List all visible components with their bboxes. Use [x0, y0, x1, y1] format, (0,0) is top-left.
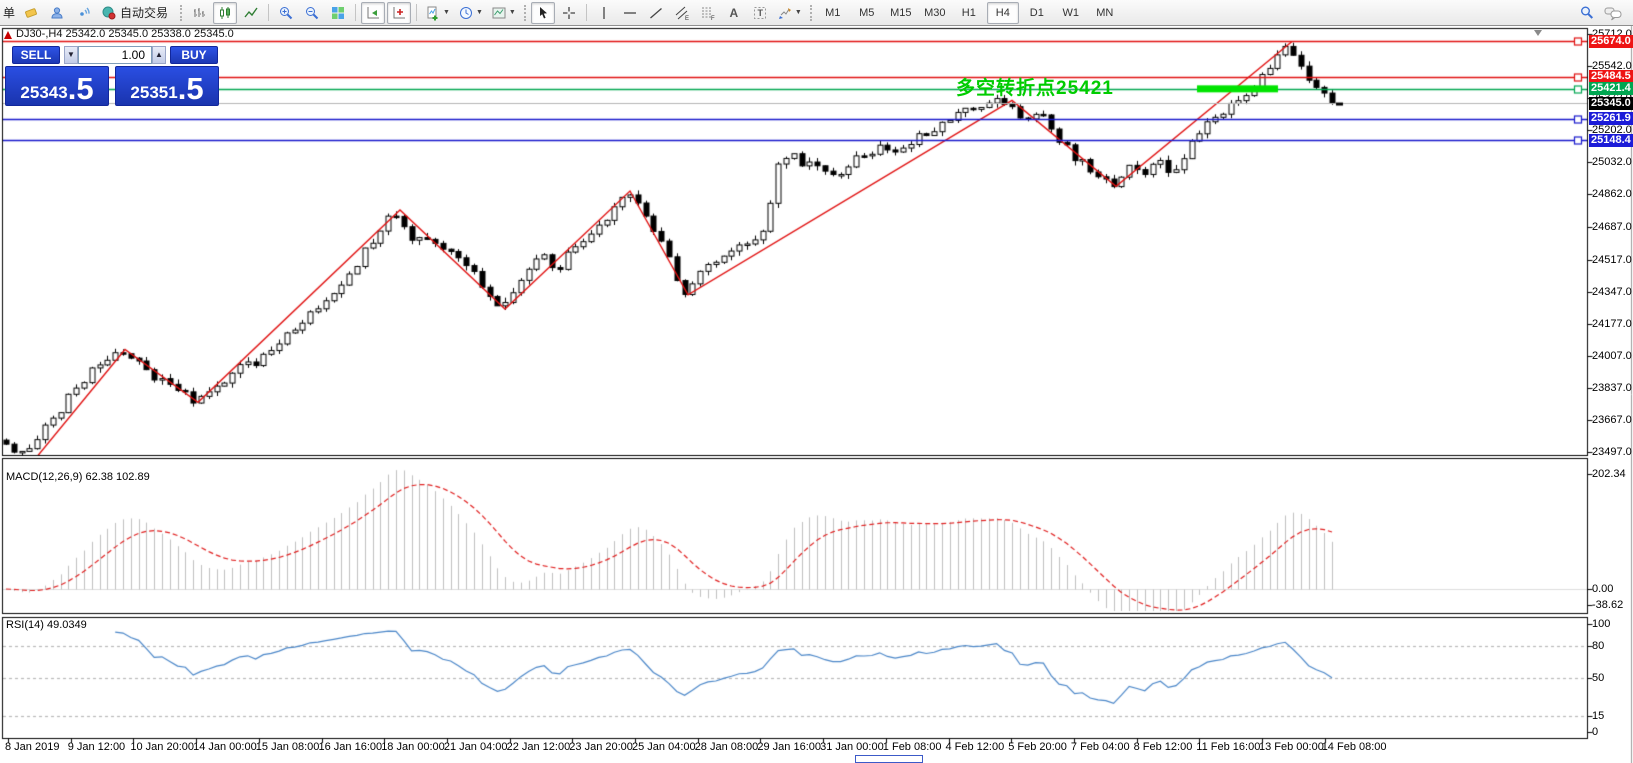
timeframe-button-m1[interactable]: M1 — [817, 2, 849, 24]
zoom-out-icon[interactable] — [300, 2, 324, 24]
toolbar-separator — [355, 4, 356, 21]
search-icon[interactable] — [1575, 2, 1599, 24]
volume-increase-button[interactable]: ▲ — [152, 46, 166, 64]
ask-price-main: 25351 — [130, 83, 177, 103]
timeframe-button-h1[interactable]: H1 — [953, 2, 985, 24]
timeframe-button-w1[interactable]: W1 — [1055, 2, 1087, 24]
vertical-line-icon[interactable] — [592, 2, 616, 24]
bar-chart-icon[interactable] — [187, 2, 211, 24]
channel-icon[interactable]: E — [670, 2, 694, 24]
timeframe-button-m15[interactable]: M15 — [885, 2, 917, 24]
timeframe-button-m5[interactable]: M5 — [851, 2, 883, 24]
text-label-icon[interactable]: T — [748, 2, 772, 24]
fibonacci-icon[interactable]: F — [696, 2, 720, 24]
svg-text:F: F — [711, 16, 715, 21]
chevron-down-icon: ▼ — [509, 9, 516, 16]
tile-windows-icon[interactable] — [326, 2, 350, 24]
candlestick-chart-icon[interactable] — [213, 2, 237, 24]
autotrading-label: 自动交易 — [117, 4, 171, 21]
toolbar-separator — [586, 4, 587, 21]
yellow-note-icon[interactable] — [19, 2, 43, 24]
horizontal-line-icon[interactable] — [618, 2, 642, 24]
sell-button[interactable]: SELL — [12, 46, 60, 64]
toolbar-grip — [524, 5, 526, 21]
ask-price-pip: .5 — [178, 75, 204, 103]
line-chart-icon[interactable] — [239, 2, 263, 24]
toolbar: 单 自动交易 ▼ ▼ — [0, 0, 1633, 26]
svg-text:T: T — [757, 8, 763, 18]
user-icon[interactable] — [45, 2, 69, 24]
timeframe-button-m30[interactable]: M30 — [919, 2, 951, 24]
bid-price-button[interactable]: 25343.5 — [5, 66, 109, 106]
timeframe-button-h4[interactable]: H4 — [987, 2, 1019, 24]
text-icon[interactable]: A — [722, 2, 746, 24]
volume-input[interactable] — [78, 46, 152, 64]
timeframe-button-d1[interactable]: D1 — [1021, 2, 1053, 24]
ask-price-button[interactable]: 25351.5 — [115, 66, 219, 106]
buy-button[interactable]: BUY — [170, 46, 218, 64]
crosshair-icon[interactable] — [557, 2, 581, 24]
one-click-trading-panel: SELL ▼ ▲ BUY 25343.5 25351.5 — [5, 45, 221, 106]
toolbar-grip — [180, 5, 182, 21]
bid-price-pip: .5 — [68, 75, 94, 103]
toolbar-separator — [416, 4, 417, 21]
timeframe-toolbar: M1M5M15M30H1H4D1W1MN — [816, 2, 1122, 24]
broadcast-icon[interactable] — [71, 2, 95, 24]
chevron-down-icon: ▼ — [443, 9, 450, 16]
toolbar-grip — [810, 5, 812, 21]
chart-shift-icon[interactable] — [387, 2, 411, 24]
horizontal-scrollbar-thumb[interactable] — [855, 755, 923, 763]
zoom-in-icon[interactable] — [274, 2, 298, 24]
new-order-button[interactable]: 单 — [0, 4, 18, 21]
bid-price-main: 25343 — [20, 83, 67, 103]
volume-stepper: ▼ ▲ — [64, 46, 166, 64]
chart-area[interactable] — [0, 0, 1633, 763]
toolbar-separator — [268, 4, 269, 21]
trendline-icon[interactable] — [644, 2, 668, 24]
timeframe-button-mn[interactable]: MN — [1089, 2, 1121, 24]
chevron-down-icon: ▼ — [795, 9, 802, 16]
auto-scroll-icon[interactable] — [361, 2, 385, 24]
autotrading-button[interactable]: 自动交易 — [97, 2, 175, 24]
svg-text:E: E — [685, 16, 689, 21]
chevron-down-icon: ▼ — [476, 9, 483, 16]
volume-decrease-button[interactable]: ▼ — [64, 46, 78, 64]
arrows-icon[interactable]: ▼ — [774, 2, 805, 24]
cursor-icon[interactable] — [531, 2, 555, 24]
indicators-icon[interactable]: ▼ — [422, 2, 453, 24]
templates-icon[interactable]: ▼ — [488, 2, 519, 24]
periods-icon[interactable]: ▼ — [455, 2, 486, 24]
chat-icon[interactable] — [1601, 2, 1625, 24]
